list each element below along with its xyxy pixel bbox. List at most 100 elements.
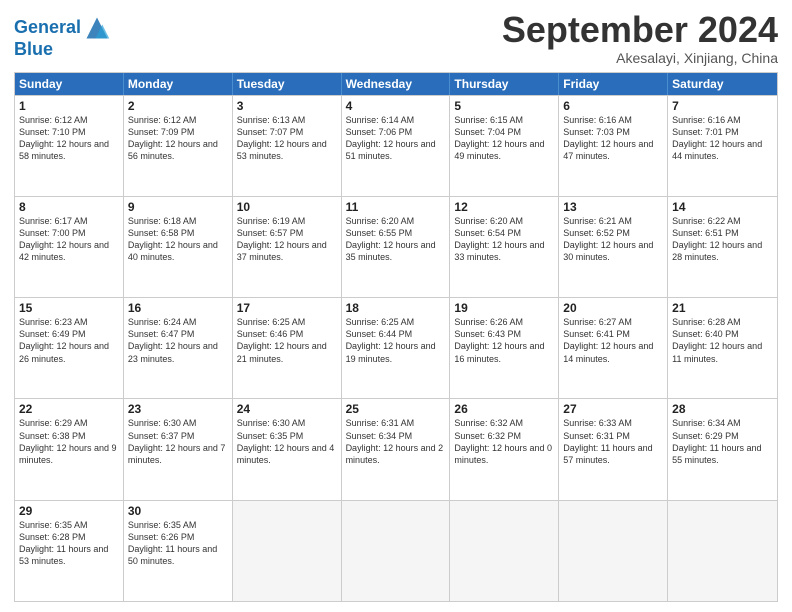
day-number: 22 (19, 402, 119, 416)
header-sunday: Sunday (15, 73, 124, 95)
week-row-1: 8 Sunrise: 6:17 AMSunset: 7:00 PMDaylight… (15, 196, 777, 297)
cell-info: Sunrise: 6:20 AMSunset: 6:54 PMDaylight:… (454, 216, 544, 262)
week-row-0: 1 Sunrise: 6:12 AMSunset: 7:10 PMDaylight… (15, 95, 777, 196)
day-number: 27 (563, 402, 663, 416)
header-thursday: Thursday (450, 73, 559, 95)
week-row-4: 29Sunrise: 6:35 AMSunset: 6:28 PMDayligh… (15, 500, 777, 601)
cal-cell-3-6: 28Sunrise: 6:34 AMSunset: 6:29 PMDayligh… (668, 399, 777, 499)
cell-info: Sunrise: 6:25 AMSunset: 6:44 PMDaylight:… (346, 317, 436, 363)
cell-info: Sunrise: 6:16 AMSunset: 7:03 PMDaylight:… (563, 115, 653, 161)
day-number: 30 (128, 504, 228, 518)
day-number: 19 (454, 301, 554, 315)
header-friday: Friday (559, 73, 668, 95)
day-number: 13 (563, 200, 663, 214)
cal-cell-1-3: 11 Sunrise: 6:20 AMSunset: 6:55 PMDayligh… (342, 197, 451, 297)
cal-cell-2-2: 17 Sunrise: 6:25 AMSunset: 6:46 PMDayligh… (233, 298, 342, 398)
cal-cell-2-4: 19Sunrise: 6:26 AMSunset: 6:43 PMDayligh… (450, 298, 559, 398)
day-number: 5 (454, 99, 554, 113)
cell-info: Sunrise: 6:12 AMSunset: 7:09 PMDaylight:… (128, 115, 218, 161)
day-number: 14 (672, 200, 773, 214)
cal-cell-2-0: 15Sunrise: 6:23 AMSunset: 6:49 PMDayligh… (15, 298, 124, 398)
cell-info: Sunrise: 6:25 AMSunset: 6:46 PMDaylight:… (237, 317, 327, 363)
cal-cell-0-2: 3 Sunrise: 6:13 AMSunset: 7:07 PMDaylight… (233, 96, 342, 196)
day-number: 21 (672, 301, 773, 315)
cell-info: Sunrise: 6:14 AMSunset: 7:06 PMDaylight:… (346, 115, 436, 161)
cal-cell-4-3 (342, 501, 451, 601)
logo: General Blue (14, 14, 111, 60)
cal-cell-0-4: 5 Sunrise: 6:15 AMSunset: 7:04 PMDaylight… (450, 96, 559, 196)
cell-info: Sunrise: 6:29 AMSunset: 6:38 PMDaylight:… (19, 418, 117, 464)
cal-cell-1-2: 10 Sunrise: 6:19 AMSunset: 6:57 PMDayligh… (233, 197, 342, 297)
day-number: 23 (128, 402, 228, 416)
day-number: 26 (454, 402, 554, 416)
cell-info: Sunrise: 6:32 AMSunset: 6:32 PMDaylight:… (454, 418, 552, 464)
cal-cell-2-3: 18 Sunrise: 6:25 AMSunset: 6:44 PMDayligh… (342, 298, 451, 398)
cell-info: Sunrise: 6:15 AMSunset: 7:04 PMDaylight:… (454, 115, 544, 161)
day-number: 9 (128, 200, 228, 214)
cell-info: Sunrise: 6:21 AMSunset: 6:52 PMDaylight:… (563, 216, 653, 262)
cell-info: Sunrise: 6:19 AMSunset: 6:57 PMDaylight:… (237, 216, 327, 262)
day-number: 11 (346, 200, 446, 214)
cal-cell-4-0: 29Sunrise: 6:35 AMSunset: 6:28 PMDayligh… (15, 501, 124, 601)
cal-cell-1-6: 14 Sunrise: 6:22 AMSunset: 6:51 PMDayligh… (668, 197, 777, 297)
cal-cell-4-6 (668, 501, 777, 601)
cal-cell-1-0: 8 Sunrise: 6:17 AMSunset: 7:00 PMDaylight… (15, 197, 124, 297)
cal-cell-3-5: 27 Sunrise: 6:33 AMSunset: 6:31 PMDayligh… (559, 399, 668, 499)
cal-cell-3-3: 25 Sunrise: 6:31 AMSunset: 6:34 PMDayligh… (342, 399, 451, 499)
calendar-body: 1 Sunrise: 6:12 AMSunset: 7:10 PMDaylight… (15, 95, 777, 601)
cal-cell-4-5 (559, 501, 668, 601)
cal-cell-1-5: 13 Sunrise: 6:21 AMSunset: 6:52 PMDayligh… (559, 197, 668, 297)
cell-info: Sunrise: 6:22 AMSunset: 6:51 PMDaylight:… (672, 216, 762, 262)
cal-cell-2-1: 16 Sunrise: 6:24 AMSunset: 6:47 PMDayligh… (124, 298, 233, 398)
day-number: 3 (237, 99, 337, 113)
cell-info: Sunrise: 6:12 AMSunset: 7:10 PMDaylight:… (19, 115, 109, 161)
cell-info: Sunrise: 6:31 AMSunset: 6:34 PMDaylight:… (346, 418, 444, 464)
day-number: 12 (454, 200, 554, 214)
page: General Blue September 2024 Akesalayi, X… (0, 0, 792, 612)
day-number: 1 (19, 99, 119, 113)
day-number: 8 (19, 200, 119, 214)
cell-info: Sunrise: 6:34 AMSunset: 6:29 PMDaylight:… (672, 418, 761, 464)
cell-info: Sunrise: 6:33 AMSunset: 6:31 PMDaylight:… (563, 418, 652, 464)
day-number: 25 (346, 402, 446, 416)
cell-info: Sunrise: 6:18 AMSunset: 6:58 PMDaylight:… (128, 216, 218, 262)
week-row-2: 15Sunrise: 6:23 AMSunset: 6:49 PMDayligh… (15, 297, 777, 398)
title-block: September 2024 Akesalayi, Xinjiang, Chin… (502, 10, 778, 66)
day-number: 20 (563, 301, 663, 315)
cell-info: Sunrise: 6:30 AMSunset: 6:35 PMDaylight:… (237, 418, 335, 464)
cal-cell-3-2: 24Sunrise: 6:30 AMSunset: 6:35 PMDayligh… (233, 399, 342, 499)
cell-info: Sunrise: 6:17 AMSunset: 7:00 PMDaylight:… (19, 216, 109, 262)
cal-cell-0-6: 7Sunrise: 6:16 AMSunset: 7:01 PMDaylight… (668, 96, 777, 196)
header-monday: Monday (124, 73, 233, 95)
cal-cell-3-0: 22 Sunrise: 6:29 AMSunset: 6:38 PMDayligh… (15, 399, 124, 499)
day-number: 16 (128, 301, 228, 315)
logo-text: General (14, 18, 81, 38)
cell-info: Sunrise: 6:24 AMSunset: 6:47 PMDaylight:… (128, 317, 218, 363)
cal-cell-3-4: 26 Sunrise: 6:32 AMSunset: 6:32 PMDayligh… (450, 399, 559, 499)
day-number: 4 (346, 99, 446, 113)
cal-cell-1-1: 9 Sunrise: 6:18 AMSunset: 6:58 PMDaylight… (124, 197, 233, 297)
cal-cell-1-4: 12 Sunrise: 6:20 AMSunset: 6:54 PMDayligh… (450, 197, 559, 297)
cell-info: Sunrise: 6:20 AMSunset: 6:55 PMDaylight:… (346, 216, 436, 262)
week-row-3: 22 Sunrise: 6:29 AMSunset: 6:38 PMDayligh… (15, 398, 777, 499)
cal-cell-4-2 (233, 501, 342, 601)
cell-info: Sunrise: 6:27 AMSunset: 6:41 PMDaylight:… (563, 317, 653, 363)
calendar-header: Sunday Monday Tuesday Wednesday Thursday… (15, 73, 777, 95)
cal-cell-2-6: 21Sunrise: 6:28 AMSunset: 6:40 PMDayligh… (668, 298, 777, 398)
cal-cell-0-0: 1 Sunrise: 6:12 AMSunset: 7:10 PMDaylight… (15, 96, 124, 196)
day-number: 18 (346, 301, 446, 315)
cell-info: Sunrise: 6:13 AMSunset: 7:07 PMDaylight:… (237, 115, 327, 161)
day-number: 17 (237, 301, 337, 315)
cell-info: Sunrise: 6:16 AMSunset: 7:01 PMDaylight:… (672, 115, 762, 161)
cell-info: Sunrise: 6:35 AMSunset: 6:28 PMDaylight:… (19, 520, 108, 566)
logo-text2: Blue (14, 40, 111, 60)
day-number: 2 (128, 99, 228, 113)
cal-cell-3-1: 23Sunrise: 6:30 AMSunset: 6:37 PMDayligh… (124, 399, 233, 499)
cal-cell-4-4 (450, 501, 559, 601)
location-subtitle: Akesalayi, Xinjiang, China (502, 50, 778, 66)
logo-icon (83, 14, 111, 42)
header-saturday: Saturday (668, 73, 777, 95)
calendar: Sunday Monday Tuesday Wednesday Thursday… (14, 72, 778, 602)
cal-cell-0-5: 6Sunrise: 6:16 AMSunset: 7:03 PMDaylight… (559, 96, 668, 196)
day-number: 10 (237, 200, 337, 214)
